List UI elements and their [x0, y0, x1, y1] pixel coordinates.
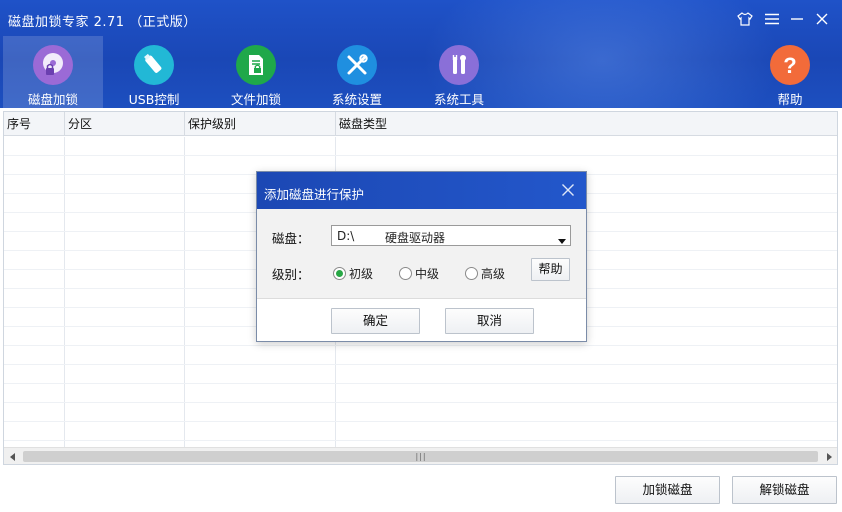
cancel-button[interactable]: 取消 — [445, 308, 534, 334]
disk-lock-icon — [33, 45, 73, 85]
row-divider — [4, 440, 837, 441]
app-title: 磁盘加锁专家 2.71 （正式版） — [8, 15, 197, 30]
level-option-label: 中级 — [415, 267, 440, 281]
nav-usb-control[interactable]: USB控制 — [104, 36, 204, 108]
dialog-titlebar: 添加磁盘进行保护 — [257, 172, 586, 209]
nav-label: 帮助 — [777, 92, 803, 107]
column-header-index[interactable]: 序号 — [4, 112, 65, 136]
row-divider — [4, 155, 837, 156]
row-divider — [4, 421, 837, 422]
unlock-disk-button[interactable]: 解锁磁盘 — [732, 476, 837, 504]
level-radio-basic[interactable]: 初级 — [333, 265, 373, 282]
svg-text:?: ? — [783, 53, 796, 78]
nav-label: 系统工具 — [433, 92, 484, 107]
disk-type-value: 硬盘驱动器 — [385, 231, 446, 245]
menu-icon[interactable] — [762, 9, 782, 29]
minimize-icon[interactable] — [787, 9, 807, 29]
skin-icon[interactable] — [735, 9, 755, 29]
scrollbar-thumb[interactable]: ||| — [23, 451, 818, 462]
column-divider — [184, 137, 185, 447]
horizontal-scrollbar[interactable]: ||| — [4, 447, 837, 464]
row-divider — [4, 383, 837, 384]
file-lock-icon — [236, 45, 276, 85]
dialog-help-button[interactable]: 帮助 — [531, 258, 570, 281]
dialog-footer: 确定 取消 — [257, 299, 586, 341]
level-radio-advanced[interactable]: 高级 — [465, 265, 505, 282]
radio-unchecked-icon — [399, 267, 412, 280]
usb-icon — [134, 45, 174, 85]
row-divider — [4, 402, 837, 403]
dialog-body: 磁盘： D:\ 硬盘驱动器 级别： 初级 中级 高级 帮助 — [257, 209, 586, 299]
grip-icon: ||| — [415, 452, 427, 461]
disk-label: 磁盘： — [272, 231, 310, 246]
table-header: 序号 分区 保护级别 磁盘类型 — [4, 112, 837, 136]
nav-label: 磁盘加锁 — [27, 92, 78, 107]
scroll-left-icon[interactable] — [4, 448, 21, 464]
dialog-close-icon[interactable] — [561, 183, 575, 197]
nav-file-lock[interactable]: 文件加锁 — [206, 36, 306, 108]
disk-drive-value: D:\ — [337, 229, 355, 243]
column-divider — [64, 137, 65, 447]
column-header-partition[interactable]: 分区 — [65, 112, 185, 136]
level-label: 级别： — [272, 267, 310, 282]
tools-icon — [337, 45, 377, 85]
nav-label: 文件加锁 — [230, 92, 281, 107]
radio-unchecked-icon — [465, 267, 478, 280]
radio-checked-icon — [333, 267, 346, 280]
row-divider — [4, 364, 837, 365]
nav-system-tools[interactable]: 系统工具 — [409, 36, 509, 108]
help-icon: ? — [770, 45, 810, 85]
column-header-protection-level[interactable]: 保护级别 — [185, 112, 336, 136]
column-header-disk-type[interactable]: 磁盘类型 — [336, 112, 837, 136]
toolbox-icon — [439, 45, 479, 85]
chevron-down-icon — [558, 233, 566, 247]
nav-disk-lock[interactable]: 磁盘加锁 — [3, 36, 103, 108]
lock-disk-button[interactable]: 加锁磁盘 — [615, 476, 720, 504]
level-option-label: 初级 — [349, 267, 374, 281]
level-radio-medium[interactable]: 中级 — [399, 265, 439, 282]
nav-system-settings[interactable]: 系统设置 — [307, 36, 407, 108]
disk-select[interactable]: D:\ 硬盘驱动器 — [331, 225, 571, 246]
add-disk-dialog: 添加磁盘进行保护 磁盘： D:\ 硬盘驱动器 级别： 初级 中级 高级 帮助 确… — [256, 171, 587, 342]
scroll-right-icon[interactable] — [820, 448, 837, 464]
nav-label: USB控制 — [128, 92, 180, 107]
row-divider — [4, 345, 837, 346]
level-option-label: 高级 — [481, 267, 506, 281]
ok-button[interactable]: 确定 — [331, 308, 420, 334]
close-icon[interactable] — [812, 9, 832, 29]
nav-help[interactable]: ? 帮助 — [740, 36, 840, 108]
nav-label: 系统设置 — [331, 92, 382, 107]
app-header: 磁盘加锁专家 2.71 （正式版） 磁盘加锁 USB控制 文件加锁 系统设置 系… — [0, 0, 842, 108]
dialog-title: 添加磁盘进行保护 — [264, 187, 365, 202]
